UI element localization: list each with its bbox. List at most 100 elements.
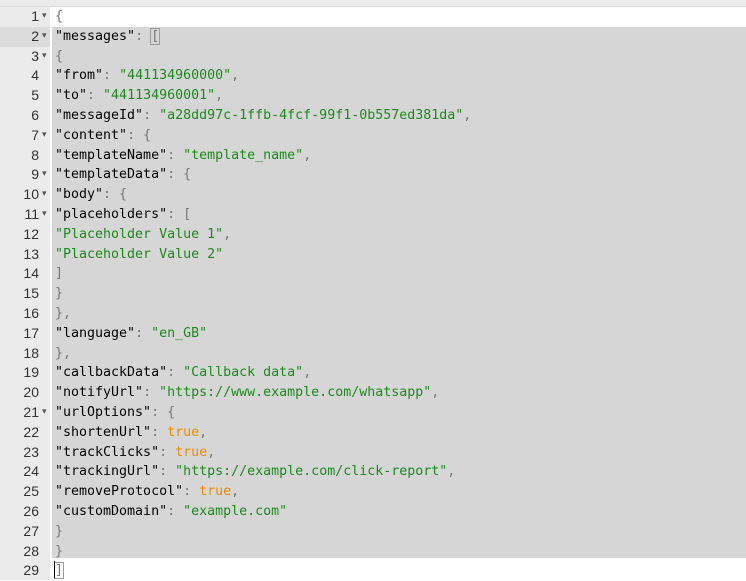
code-token: : (167, 503, 184, 519)
chevron-down-icon[interactable]: ▾ (42, 7, 50, 27)
code-token: , (447, 464, 456, 480)
code-line[interactable]: 6 "messageId": "a28dd97c-1ffb-4fcf-99f1-0… (0, 106, 746, 126)
chevron-down-icon[interactable]: ▾ (42, 27, 50, 47)
chevron-down-icon[interactable]: ▾ (42, 165, 50, 185)
code-text: "shortenUrl": true, (55, 423, 207, 443)
code-token: ] (55, 266, 64, 282)
code-line[interactable]: 26 "customDomain": "example.com" (0, 502, 746, 522)
code-token: : (151, 424, 168, 440)
code-text: "templateName": "template_name", (55, 146, 311, 166)
line-number: 1 (31, 8, 39, 24)
code-line[interactable]: 8 "templateName": "template_name", (0, 146, 746, 166)
code-token: "Placeholder Value 1" (55, 226, 224, 242)
chevron-down-icon[interactable]: ▾ (42, 185, 50, 205)
line-number-cell: 26 (0, 502, 50, 522)
line-number: 16 (23, 304, 39, 321)
chevron-down-icon[interactable]: ▾ (42, 47, 50, 67)
code-token: , (231, 484, 240, 500)
code-text: } (55, 542, 63, 562)
code-line[interactable]: 28} (0, 542, 746, 562)
line-number-cell: 9 ▾ (0, 165, 50, 185)
code-line[interactable]: 1 ▾ { (0, 7, 746, 27)
code-token: "to" (55, 88, 88, 104)
code-token: "441134960001" (103, 88, 216, 104)
code-line[interactable]: 15} (0, 284, 746, 304)
code-token: "messages" (55, 28, 136, 44)
line-number-cell: 11 ▾ (0, 205, 50, 225)
code-line[interactable]: 10 ▾ "body": { (0, 185, 746, 205)
code-token: : { (151, 404, 176, 420)
code-line[interactable]: 13 "Placeholder Value 2" (0, 245, 746, 265)
code-token: "trackClicks" (55, 444, 160, 460)
code-line[interactable]: 25 "removeProtocol": true, (0, 482, 746, 502)
code-token: : (167, 365, 184, 381)
line-number-cell: 25 (0, 482, 50, 502)
code-token: "templateData" (55, 167, 168, 183)
code-token: true (175, 444, 208, 460)
code-line[interactable]: 12 "Placeholder Value 1", (0, 225, 746, 245)
code-line[interactable]: 3 ▾ { (0, 47, 746, 67)
code-line[interactable]: 22 "shortenUrl": true, (0, 423, 746, 443)
code-line[interactable]: 21 ▾ "urlOptions": { (0, 403, 746, 423)
code-text: }, (55, 304, 71, 324)
code-line[interactable]: 4 "from": "441134960000", (0, 66, 746, 86)
line-number: 14 (23, 265, 39, 282)
line-number-cell: 13 (0, 245, 50, 265)
line-number-cell: 6 (0, 106, 50, 126)
code-token: "Placeholder Value 2" (55, 246, 224, 262)
line-number: 22 (23, 423, 39, 440)
line-number: 28 (23, 542, 39, 559)
line-number-cell: 8 (0, 146, 50, 166)
code-token: , (215, 88, 224, 104)
code-token: "callbackData" (55, 365, 168, 381)
code-line[interactable]: 23 "trackClicks": true, (0, 443, 746, 463)
line-number: 8 (31, 146, 39, 163)
code-token: : (159, 464, 176, 480)
code-token: , (431, 385, 440, 401)
code-token: "body" (55, 187, 104, 203)
line-number-cell: 7 ▾ (0, 126, 50, 146)
code-lines[interactable]: 1 ▾{2 ▾ "messages": [3 ▾{4 "from": "441134960… (0, 7, 746, 581)
code-text: { (55, 47, 63, 67)
line-number: 11 (24, 205, 39, 222)
chevron-down-icon[interactable]: ▾ (42, 205, 50, 225)
code-line[interactable]: 2 ▾ "messages": [ (0, 26, 746, 47)
code-token: { (55, 48, 64, 64)
code-text: "language": "en_GB" (55, 324, 207, 344)
code-line[interactable]: 20 "notifyUrl": "https://www.example.com/… (0, 383, 746, 403)
code-token: : (103, 68, 120, 84)
code-token: : (135, 325, 152, 341)
line-number: 17 (23, 324, 39, 341)
code-line[interactable]: 17 "language": "en_GB" (0, 324, 746, 344)
code-line[interactable]: 9 ▾ "templateData": { (0, 165, 746, 185)
line-number-cell: 28 (0, 542, 50, 562)
code-line[interactable]: 11 ▾ "placeholders": [ (0, 205, 746, 225)
line-number-cell: 14 (0, 264, 50, 284)
code-line[interactable]: 29] (0, 561, 746, 581)
code-token: "en_GB" (151, 325, 208, 341)
line-number: 18 (23, 344, 39, 361)
chevron-down-icon[interactable]: ▾ (42, 126, 50, 146)
code-text: "to": "441134960001", (55, 86, 223, 106)
code-line[interactable]: 7 ▾ "content": { (0, 126, 746, 146)
code-token: } (55, 286, 64, 302)
code-token: "https://www.example.com/whatsapp" (159, 385, 432, 401)
code-token: [ (150, 27, 161, 45)
code-line[interactable]: 16}, (0, 304, 746, 324)
code-text: "placeholders": [ (55, 205, 191, 225)
code-line[interactable]: 24 "trackingUrl": "https://example.com/cl… (0, 462, 746, 482)
code-editor[interactable]: 1 ▾{2 ▾ "messages": [3 ▾{4 "from": "441134960… (0, 0, 746, 580)
line-number-cell: 29 (0, 561, 50, 581)
code-line[interactable]: 19 "callbackData": "Callback data", (0, 363, 746, 383)
code-line[interactable]: 5 "to": "441134960001", (0, 86, 746, 106)
line-number-cell: 18 (0, 344, 50, 364)
chevron-down-icon[interactable]: ▾ (42, 403, 50, 423)
code-token: "notifyUrl" (55, 385, 144, 401)
code-token: , (303, 365, 312, 381)
code-line[interactable]: 27} (0, 522, 746, 542)
line-number: 27 (23, 522, 39, 539)
code-line[interactable]: 14] (0, 264, 746, 284)
code-line[interactable]: 18}, (0, 344, 746, 364)
line-number-cell: 27 (0, 522, 50, 542)
code-token: , (231, 68, 240, 84)
